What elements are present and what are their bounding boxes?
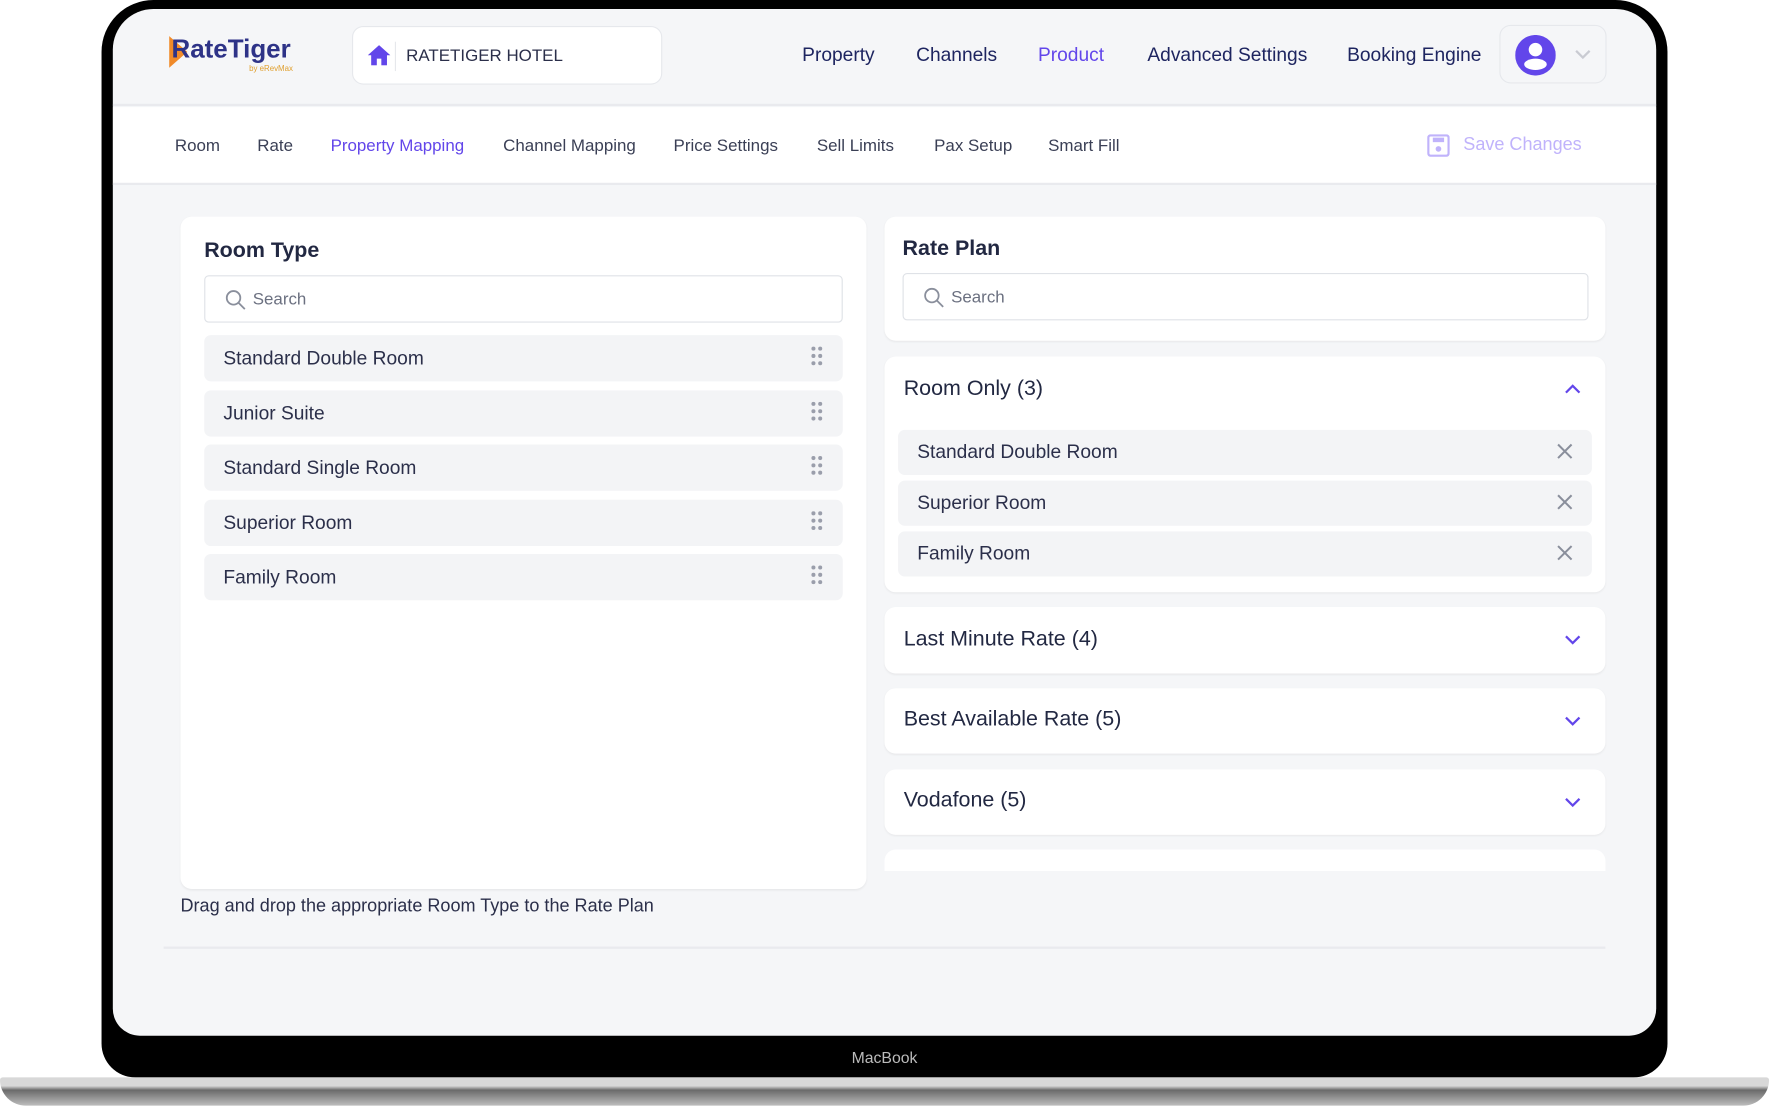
- tab-price-settings[interactable]: Price Settings: [674, 137, 778, 156]
- save-icon: [1427, 134, 1450, 157]
- room-type-item[interactable]: Superior Room: [204, 499, 843, 546]
- device-label: MacBook: [851, 1048, 918, 1067]
- room-type-label: Junior Suite: [223, 402, 325, 424]
- drag-handle-icon[interactable]: [811, 346, 823, 372]
- chevron-up-icon[interactable]: [1565, 384, 1581, 394]
- divider: [163, 946, 1606, 949]
- nav-channels[interactable]: Channels: [916, 44, 997, 67]
- rate-group-title: Last Minute Rate (4): [903, 627, 1098, 651]
- close-icon[interactable]: [1556, 493, 1574, 511]
- hotel-name: RATETIGER HOTEL: [406, 46, 563, 66]
- tab-room[interactable]: Room: [175, 137, 220, 156]
- mapped-room-item: Superior Room: [898, 480, 1592, 526]
- chevron-down-icon: [1575, 49, 1591, 60]
- drag-handle-icon[interactable]: [811, 565, 823, 591]
- tab-channel-mapping[interactable]: Channel Mapping: [503, 137, 636, 156]
- user-menu[interactable]: [1499, 24, 1607, 84]
- mapped-room-label: Superior Room: [917, 491, 1047, 514]
- room-type-label: Standard Double Room: [223, 347, 424, 369]
- chevron-down-icon: [1565, 635, 1581, 645]
- room-type-item[interactable]: Standard Double Room: [204, 335, 843, 382]
- room-type-item[interactable]: Family Room: [204, 553, 843, 601]
- close-icon[interactable]: [1556, 442, 1574, 460]
- close-icon[interactable]: [1556, 544, 1574, 562]
- room-type-title: Room Type: [204, 239, 320, 263]
- save-changes-button[interactable]: Save Changes: [1427, 134, 1582, 157]
- room-type-item[interactable]: Standard Single Room: [204, 444, 843, 491]
- drag-handle-icon[interactable]: [811, 456, 823, 482]
- mapped-room-label: Family Room: [917, 542, 1031, 565]
- app-screen: RateTiger by eRevMax RATETIGER HOTEL Pro…: [112, 9, 1657, 1036]
- room-type-item[interactable]: Junior Suite: [204, 389, 843, 437]
- mapped-room-item: Family Room: [898, 531, 1592, 577]
- drag-handle-icon[interactable]: [811, 401, 823, 427]
- tab-pax-setup[interactable]: Pax Setup: [934, 137, 1012, 156]
- sub-nav: Room Rate Property Mapping Channel Mappi…: [112, 107, 1657, 186]
- chevron-down-icon: [1565, 797, 1581, 808]
- nav-advanced-settings[interactable]: Advanced Settings: [1147, 44, 1307, 67]
- rate-group-partial: [884, 849, 1606, 871]
- rate-plan-title: Rate Plan: [902, 236, 1001, 261]
- rate-group-vodafone[interactable]: Vodafone (5): [884, 769, 1606, 835]
- room-type-label: Standard Single Room: [223, 456, 417, 479]
- mapped-room-label: Standard Double Room: [917, 441, 1118, 463]
- room-type-search-input[interactable]: Search: [204, 275, 843, 323]
- tab-property-mapping[interactable]: Property Mapping: [331, 137, 465, 156]
- mapped-room-item: Standard Double Room: [898, 429, 1592, 475]
- rate-plan-search-input[interactable]: Search: [902, 273, 1589, 321]
- tab-rate[interactable]: Rate: [257, 137, 293, 156]
- hotel-selector[interactable]: RATETIGER HOTEL: [351, 25, 663, 85]
- drag-drop-hint: Drag and drop the appropriate Room Type …: [180, 896, 654, 917]
- search-icon: [924, 287, 944, 308]
- rate-group-room-only: Room Only (3) Standard Double Room Superi…: [884, 356, 1606, 593]
- nav-booking-engine[interactable]: Booking Engine: [1347, 44, 1481, 67]
- rate-plan-panel: Rate Plan Search: [884, 216, 1606, 341]
- room-type-label: Family Room: [223, 566, 337, 588]
- nav-product[interactable]: Product: [1038, 44, 1104, 67]
- drag-handle-icon[interactable]: [811, 510, 823, 537]
- rate-group-title: Vodafone (5): [903, 788, 1027, 813]
- search-icon: [225, 290, 246, 310]
- tab-smart-fill[interactable]: Smart Fill: [1048, 137, 1119, 156]
- rate-group-last-minute[interactable]: Last Minute Rate (4): [884, 606, 1606, 674]
- rate-group-title[interactable]: Room Only (3): [904, 377, 1043, 402]
- room-type-panel: Room Type Search Standard Double Room Jun…: [180, 216, 867, 890]
- nav-property[interactable]: Property: [802, 44, 874, 67]
- rate-group-title: Best Available Rate (5): [903, 707, 1122, 732]
- rate-group-best-available[interactable]: Best Available Rate (5): [884, 688, 1606, 754]
- top-header: RateTiger by eRevMax RATETIGER HOTEL Pro…: [112, 9, 1657, 107]
- user-avatar-icon: [1515, 34, 1556, 76]
- laptop-base: [0, 1077, 1769, 1106]
- home-icon: [367, 45, 391, 66]
- ratetiger-logo[interactable]: RateTiger by eRevMax: [169, 34, 293, 73]
- tab-sell-limits[interactable]: Sell Limits: [817, 137, 894, 156]
- room-type-label: Superior Room: [223, 511, 353, 534]
- chevron-down-icon: [1565, 716, 1581, 726]
